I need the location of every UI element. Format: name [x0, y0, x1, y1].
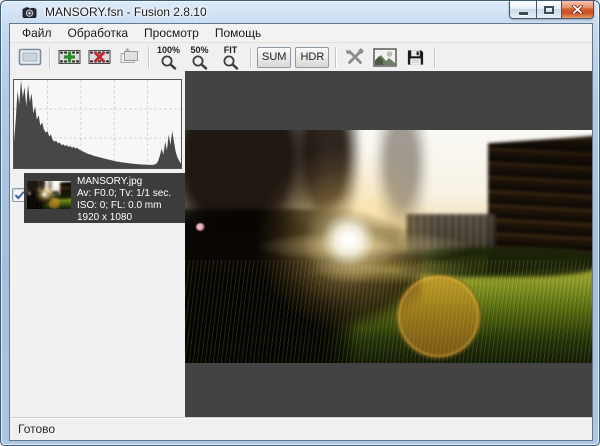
image-filename: MANSORY.jpg [77, 176, 171, 188]
save-icon [406, 48, 425, 67]
checkmark-icon [14, 190, 25, 201]
file-panel: MANSORY.jpg Av: F0.0; Tv: 1/1 sec. ISO: … [10, 71, 185, 417]
remove-image-button[interactable] [84, 45, 114, 70]
sum-button[interactable]: SUM [257, 47, 291, 68]
toolbar-separator [335, 47, 336, 68]
client-area: Файл Обработка Просмотр Помощь [9, 23, 593, 441]
zoom-100-button[interactable]: 100% [153, 44, 184, 70]
minimize-icon [519, 12, 528, 15]
app-window: MANSORY.fsn - Fusion 2.8.10 Файл Обработ… [0, 0, 600, 446]
align-images-button [114, 45, 144, 70]
align-images-icon [118, 47, 141, 67]
add-image-button[interactable] [54, 45, 84, 70]
maximize-icon [544, 6, 554, 14]
titlebar[interactable]: MANSORY.fsn - Fusion 2.8.10 [1, 1, 599, 23]
remove-image-icon [88, 47, 111, 67]
settings-button[interactable] [340, 45, 370, 70]
menubar: Файл Обработка Просмотр Помощь [10, 24, 592, 43]
image-dimensions: 1920 x 1080 [77, 212, 171, 224]
image-icon [373, 48, 397, 67]
hdr-button[interactable]: HDR [295, 47, 329, 68]
window-controls [510, 1, 594, 19]
menu-processing[interactable]: Обработка [60, 24, 137, 42]
toolbar-separator [434, 47, 435, 68]
file-list-item[interactable]: MANSORY.jpg Av: F0.0; Tv: 1/1 sec. ISO: … [24, 173, 185, 223]
app-icon [22, 5, 37, 20]
zoom-50-label: 50% [190, 45, 208, 55]
histogram-panel [13, 79, 182, 169]
image-thumbnail [27, 181, 71, 209]
window-title: MANSORY.fsn - Fusion 2.8.10 [45, 5, 207, 19]
photo-canvas [185, 130, 592, 363]
thumbnail-photo [27, 181, 71, 209]
magnifier-icon [191, 55, 209, 70]
photo-lens-flare [185, 130, 592, 363]
zoom-fit-label: FIT [224, 45, 238, 55]
image-iso-fl: ISO: 0; FL: 0.0 mm [77, 200, 171, 212]
save-button[interactable] [400, 45, 430, 70]
statusbar: Готово [10, 417, 592, 440]
photo-scene [185, 130, 592, 363]
toolbar-separator [148, 47, 149, 68]
maximize-button[interactable] [536, 1, 562, 19]
image-exposure: Av: F0.0; Tv: 1/1 sec. [77, 188, 171, 200]
menu-view[interactable]: Просмотр [136, 24, 207, 42]
close-icon [572, 5, 583, 14]
close-button[interactable] [561, 1, 594, 19]
zoom-100-label: 100% [157, 45, 180, 55]
magnifier-icon [160, 55, 178, 70]
content-area: MANSORY.jpg Av: F0.0; Tv: 1/1 sec. ISO: … [10, 71, 592, 417]
minimize-button[interactable] [509, 1, 537, 19]
magnifier-icon [222, 55, 240, 70]
image-info: MANSORY.jpg Av: F0.0; Tv: 1/1 sec. ISO: … [77, 176, 171, 224]
add-image-icon [58, 47, 81, 67]
toolbar-separator [250, 47, 251, 68]
image-viewer [185, 71, 592, 417]
new-project-button[interactable] [15, 45, 45, 70]
menu-file[interactable]: Файл [14, 24, 60, 42]
histogram-svg [14, 80, 181, 168]
status-text: Готово [18, 422, 55, 436]
zoom-fit-button[interactable]: FIT [215, 44, 246, 70]
toolbar-separator [49, 47, 50, 68]
zoom-50-button[interactable]: 50% [184, 44, 215, 70]
toolbar: 100% 50% FIT SUM [10, 43, 592, 71]
frame-icon [18, 48, 42, 66]
preview-button[interactable] [370, 45, 400, 70]
tools-icon [344, 47, 366, 67]
menu-help[interactable]: Помощь [207, 24, 269, 42]
